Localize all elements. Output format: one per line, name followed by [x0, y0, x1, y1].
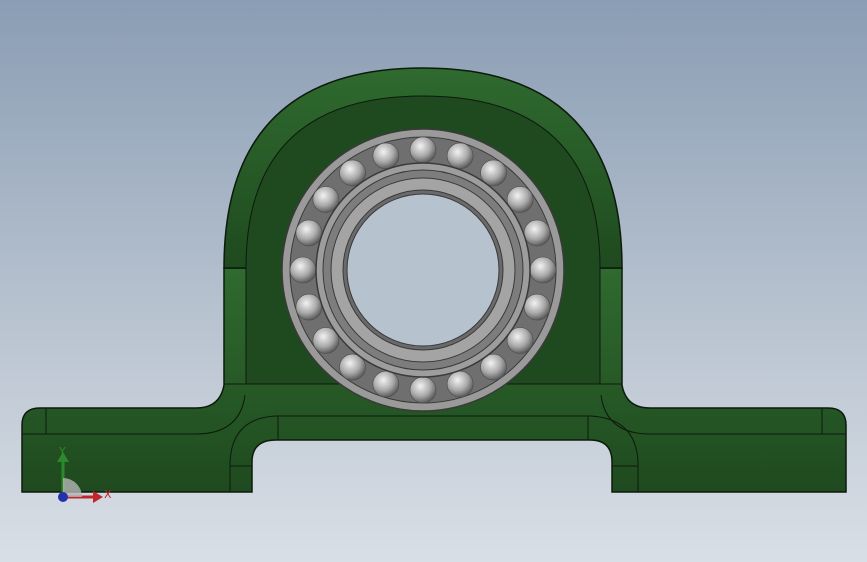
3d-viewport[interactable]: Y X [0, 0, 867, 562]
bearing-ball [446, 370, 474, 398]
bearing-ball [372, 142, 400, 170]
x-arrowhead-icon [93, 491, 103, 503]
pillow-block-bearing-model[interactable]: Y X [0, 0, 867, 562]
bearing-ball [289, 256, 317, 284]
y-axis-label: Y [58, 445, 66, 458]
bearing-ball [529, 256, 557, 284]
bearing [281, 128, 565, 412]
bearing-ball [372, 370, 400, 398]
bearing-ball [523, 293, 551, 321]
bearing-ball [409, 136, 437, 164]
bearing-ball [409, 376, 437, 404]
x-axis-label: X [104, 488, 112, 501]
bearing-bore [346, 193, 500, 347]
bearing-ball [523, 219, 551, 247]
bearing-ball [295, 293, 323, 321]
z-axis-icon [58, 492, 68, 502]
bearing-ball [446, 142, 474, 170]
bearing-ball [295, 219, 323, 247]
